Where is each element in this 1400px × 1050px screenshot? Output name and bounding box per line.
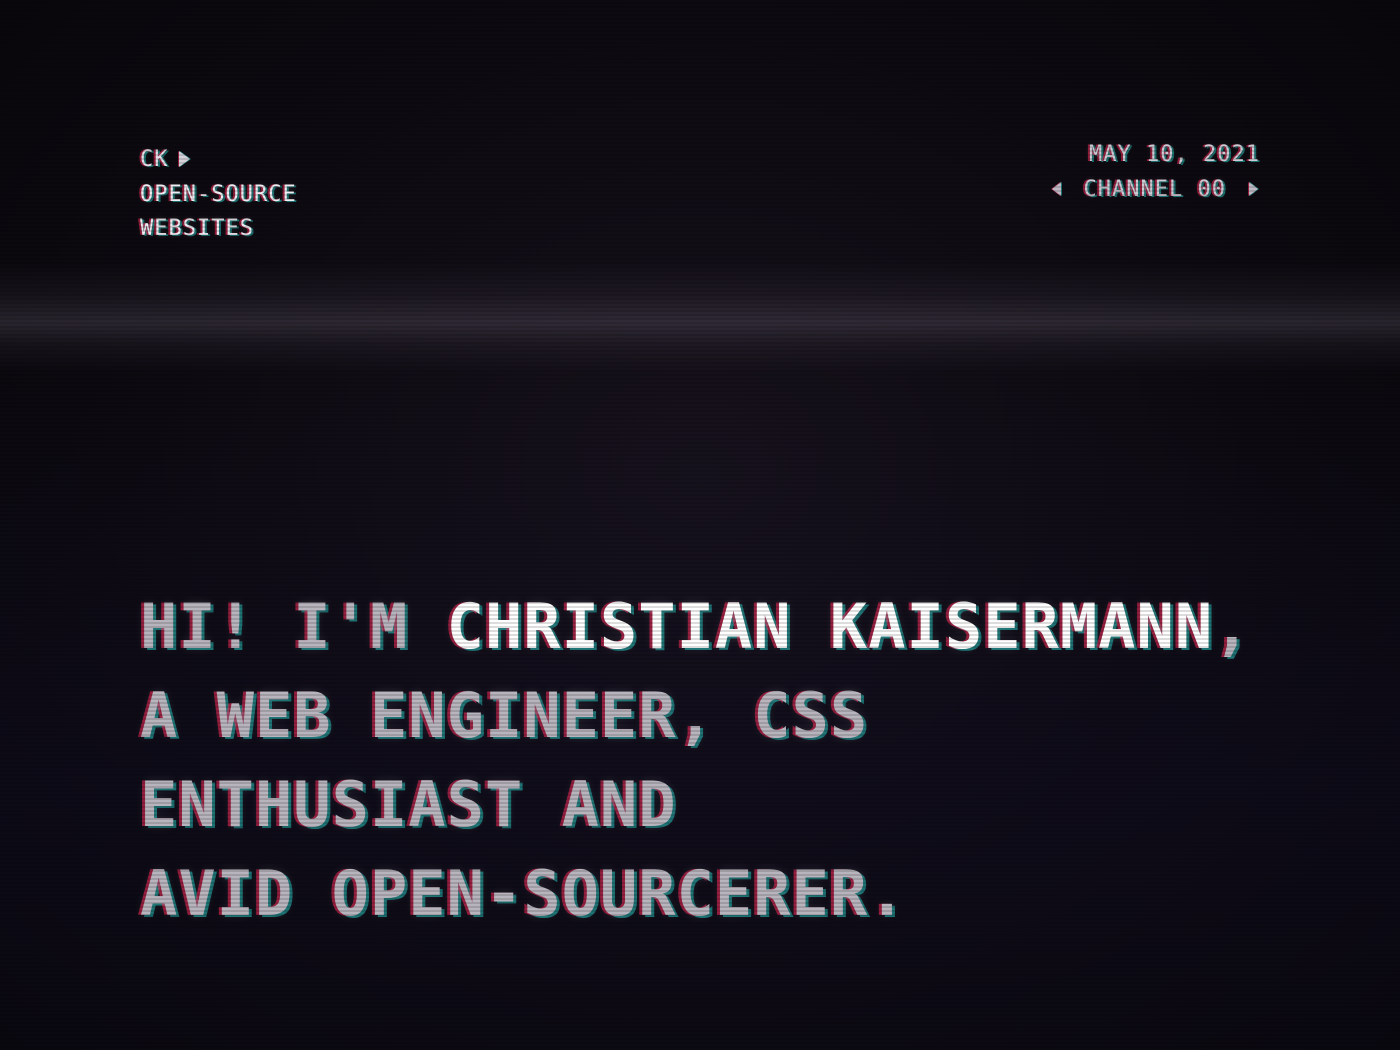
previous-channel-button[interactable] — [1050, 180, 1064, 198]
channel-label: CHANNEL 00 — [1083, 176, 1226, 202]
brand-nav: CK OPEN-SOURCE WEBSITES — [140, 144, 297, 244]
menu-item-open-source[interactable]: OPEN-SOURCE — [140, 180, 297, 210]
logo-text: CK — [140, 146, 169, 172]
main-menu: OPEN-SOURCE WEBSITES — [140, 180, 297, 244]
status-panel: MAY 10, 2021 CHANNEL 00 — [1050, 140, 1260, 204]
hero-intro: HI! I'M CHRISTIAN KAISERMANN, A WEB ENGI… — [140, 582, 1280, 938]
home-logo-link[interactable]: CK — [140, 144, 297, 174]
hero-greeting: HI! I'M — [140, 590, 447, 663]
arrow-left-icon — [1052, 182, 1062, 196]
hero-line-1: HI! I'M CHRISTIAN KAISERMANN, — [140, 582, 1280, 671]
hero-name-suffix: , — [1213, 590, 1252, 663]
menu-item-websites[interactable]: WEBSITES — [140, 214, 297, 244]
hero-line-4: AVID OPEN-SOURCERER. — [140, 857, 907, 930]
hero-name: CHRISTIAN KAISERMANN — [446, 590, 1214, 663]
hero-line-3: ENTHUSIAST AND — [140, 768, 677, 841]
current-date: MAY 10, 2021 — [1089, 142, 1260, 167]
channel-switcher: CHANNEL 00 — [1050, 174, 1260, 204]
play-icon — [178, 151, 190, 167]
next-channel-button[interactable] — [1246, 180, 1260, 198]
crt-screen: CK OPEN-SOURCE WEBSITES MAY 10, 2021 CHA… — [0, 0, 1400, 1050]
arrow-right-icon — [1248, 182, 1258, 196]
hero-line-2: A WEB ENGINEER, CSS — [140, 679, 869, 752]
scan-band — [0, 262, 1400, 372]
